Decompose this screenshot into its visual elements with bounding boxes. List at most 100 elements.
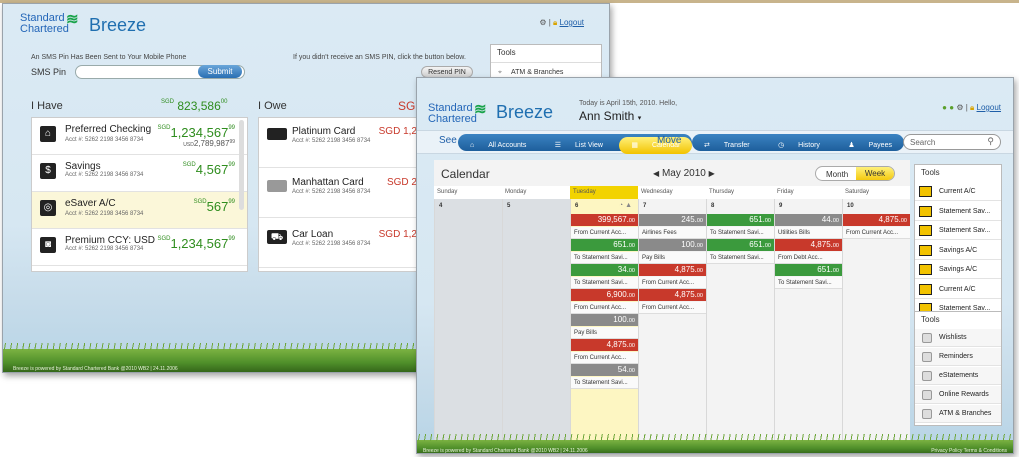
messages-icon[interactable]: ●	[942, 103, 947, 112]
transaction-label[interactable]: From Debt Acc...	[775, 251, 842, 264]
transaction-amount[interactable]: 245.00	[639, 214, 706, 226]
card-icon	[267, 180, 287, 192]
amount: 1,234,567	[170, 125, 229, 140]
transaction-label[interactable]: From Current Acc...	[571, 351, 638, 364]
user-menu[interactable]: Ann Smith ▾	[579, 109, 641, 123]
transaction-amount[interactable]: 44.00	[775, 214, 842, 226]
day-column[interactable]: 4	[434, 199, 502, 440]
day-column[interactable]: 7 245.00 Airlines Fees 100.00 Pay Bills 4,875…	[638, 199, 706, 440]
account-row[interactable]: ⌂ Preferred Checking Acct #: 5262 2198 3…	[32, 118, 247, 155]
transaction-label[interactable]: To Statement Savi...	[707, 251, 774, 264]
settings-icon[interactable]: ⚙	[539, 18, 546, 27]
transaction-label[interactable]: From Current Acc...	[571, 301, 638, 314]
tool-label: ATM & Branches	[939, 410, 992, 417]
transaction-amount[interactable]: 54.00	[571, 364, 638, 376]
account-shortcut[interactable]: Savings A/C	[915, 240, 1001, 260]
lock-icon: 🔒︎	[553, 18, 558, 27]
date-number: 9	[779, 203, 783, 209]
transaction-label[interactable]: From Current Acc...	[639, 301, 706, 314]
transaction-label[interactable]: Pay Bills	[639, 251, 706, 264]
tool-link[interactable]: Reminders	[915, 348, 1001, 366]
footer-links[interactable]: Privacy Policy Terms & Conditions	[931, 448, 1007, 453]
transaction-amount[interactable]: 100.00	[571, 314, 638, 326]
account-row[interactable]: ◙ Premium CCY: USD Acct #: 5262 2198 345…	[32, 229, 247, 266]
view-toggle: Month Week	[815, 166, 895, 181]
day-column[interactable]: 10 4,875.00 From Current Acc...	[842, 199, 910, 440]
transaction-label[interactable]: From Current Acc...	[571, 226, 638, 239]
account-shortcut[interactable]: Statement Sav...	[915, 221, 1001, 240]
month-view-button[interactable]: Month	[826, 170, 848, 179]
account-shortcut[interactable]: Current A/C	[915, 279, 1001, 299]
total-amount: 823,586	[177, 99, 221, 113]
account-name: Savings	[65, 161, 101, 172]
transaction-amount[interactable]: 399,567.00	[571, 214, 638, 226]
account-shortcut[interactable]: Savings A/C	[915, 260, 1001, 279]
transaction-amount[interactable]: 4,875.00	[775, 239, 842, 251]
tab-all-accounts[interactable]: ⌂ All Accounts	[458, 137, 538, 154]
month-nav: ◀ May 2010 ▶	[653, 168, 715, 179]
tool-link[interactable]: ATM & Branches	[915, 405, 1001, 423]
transaction-label[interactable]: To Statement Savi...	[775, 276, 842, 289]
transaction-amount[interactable]: 34.00	[571, 264, 638, 276]
next-month-icon[interactable]: ▶	[709, 169, 715, 178]
dollar-icon: $	[40, 163, 56, 179]
tool-link[interactable]: Wishlists	[915, 329, 1001, 347]
week-view-button[interactable]: Week	[856, 167, 894, 180]
account-row[interactable]: ◎ eSaver A/C Acct #: 5262 2198 3456 8734…	[32, 192, 247, 229]
transaction-label[interactable]: To Statement Savi...	[571, 251, 638, 264]
day-column[interactable]: 8 651.00 To Statement Savi... 651.00 To Stat…	[706, 199, 774, 440]
transaction-label[interactable]: From Current Acc...	[843, 226, 910, 239]
tab-list-view[interactable]: ☰ List View	[543, 137, 615, 154]
transaction-amount[interactable]: 100.00	[639, 239, 706, 251]
tools-title: Tools	[497, 48, 516, 57]
account-shortcut[interactable]: Current A/C	[915, 182, 1001, 201]
account-row[interactable]: $ Savings Acct #: 5262 2198 3456 8734 SG…	[32, 155, 247, 192]
scrollbar[interactable]	[239, 120, 244, 210]
transaction-amount[interactable]: 4,875.00	[639, 264, 706, 276]
tab-transfer[interactable]: ⇄ Transfer	[692, 137, 762, 154]
tab-label: Transfer	[723, 142, 750, 149]
tab-history[interactable]: ◷ History	[766, 137, 832, 154]
logout-link[interactable]: Logout	[560, 18, 584, 27]
transaction-amount[interactable]: 4,875.00	[843, 214, 910, 226]
transaction-label[interactable]: To Statement Savi...	[571, 276, 638, 289]
see-label: See	[439, 135, 457, 146]
settings-icon[interactable]: ⚙	[956, 103, 963, 112]
alerts-icon[interactable]: ●	[949, 103, 954, 112]
day-column[interactable]: 5	[502, 199, 570, 440]
search-icon[interactable]: ⚲	[987, 136, 994, 147]
transaction-label[interactable]: Airlines Fees	[639, 226, 706, 239]
day-expand-icon[interactable]: ◔ ▲	[619, 202, 632, 209]
transaction-amount[interactable]: 651.00	[707, 239, 774, 251]
transaction-label[interactable]: Utilities Bills	[775, 226, 842, 239]
logout-link[interactable]: Logout	[977, 103, 1001, 112]
account-shortcut[interactable]: Statement Sav...	[915, 201, 1001, 221]
tool-link[interactable]: eStatements	[915, 367, 1001, 385]
transaction-label[interactable]: Pay Bills	[571, 326, 638, 339]
transaction-amount[interactable]: 651.00	[775, 264, 842, 276]
transaction-amount[interactable]: 4,875.00	[571, 339, 638, 351]
transaction-amount[interactable]: 6,900.00	[571, 289, 638, 301]
account-balance: SGD1,234,56799	[157, 236, 235, 251]
transaction-label[interactable]: To Statement Savi...	[571, 376, 638, 389]
decimals: 00	[628, 368, 635, 374]
submit-button[interactable]: Submit	[198, 65, 242, 78]
tab-payees[interactable]: ♟ Payees	[836, 137, 904, 154]
tool-link[interactable]: Online Rewards	[915, 386, 1001, 404]
account-number: Acct #: 5262 2198 3456 8734	[65, 137, 144, 143]
transaction-label[interactable]: From Current Acc...	[639, 276, 706, 289]
search-input[interactable]: Search ⚲	[903, 134, 1001, 150]
account-number: Acct #: 5262 2198 3456 8734	[292, 138, 371, 144]
owe-row[interactable]: ⛟ Car Loan Acct #: 5262 2198 3456 8734 S…	[259, 218, 417, 268]
owe-row[interactable]: Platinum Card Acct #: 5262 2198 3456 873…	[259, 118, 417, 168]
owe-row[interactable]: Manhattan Card Acct #: 5262 2198 3456 87…	[259, 168, 417, 218]
decimals: 00	[832, 218, 839, 224]
transaction-label[interactable]: To Statement Savi...	[707, 226, 774, 239]
transaction-amount[interactable]: 651.00	[707, 214, 774, 226]
transaction-amount[interactable]: 4,875.00	[639, 289, 706, 301]
prev-month-icon[interactable]: ◀	[653, 169, 659, 178]
day-column[interactable]: 6 ◔ ▲ 399,567.00 From Current Acc... 651.00 T…	[570, 199, 638, 440]
app-title: Breeze	[89, 15, 147, 35]
day-column[interactable]: 9 44.00 Utilities Bills 4,875.00 From Debt A…	[774, 199, 842, 440]
transaction-amount[interactable]: 651.00	[571, 239, 638, 251]
